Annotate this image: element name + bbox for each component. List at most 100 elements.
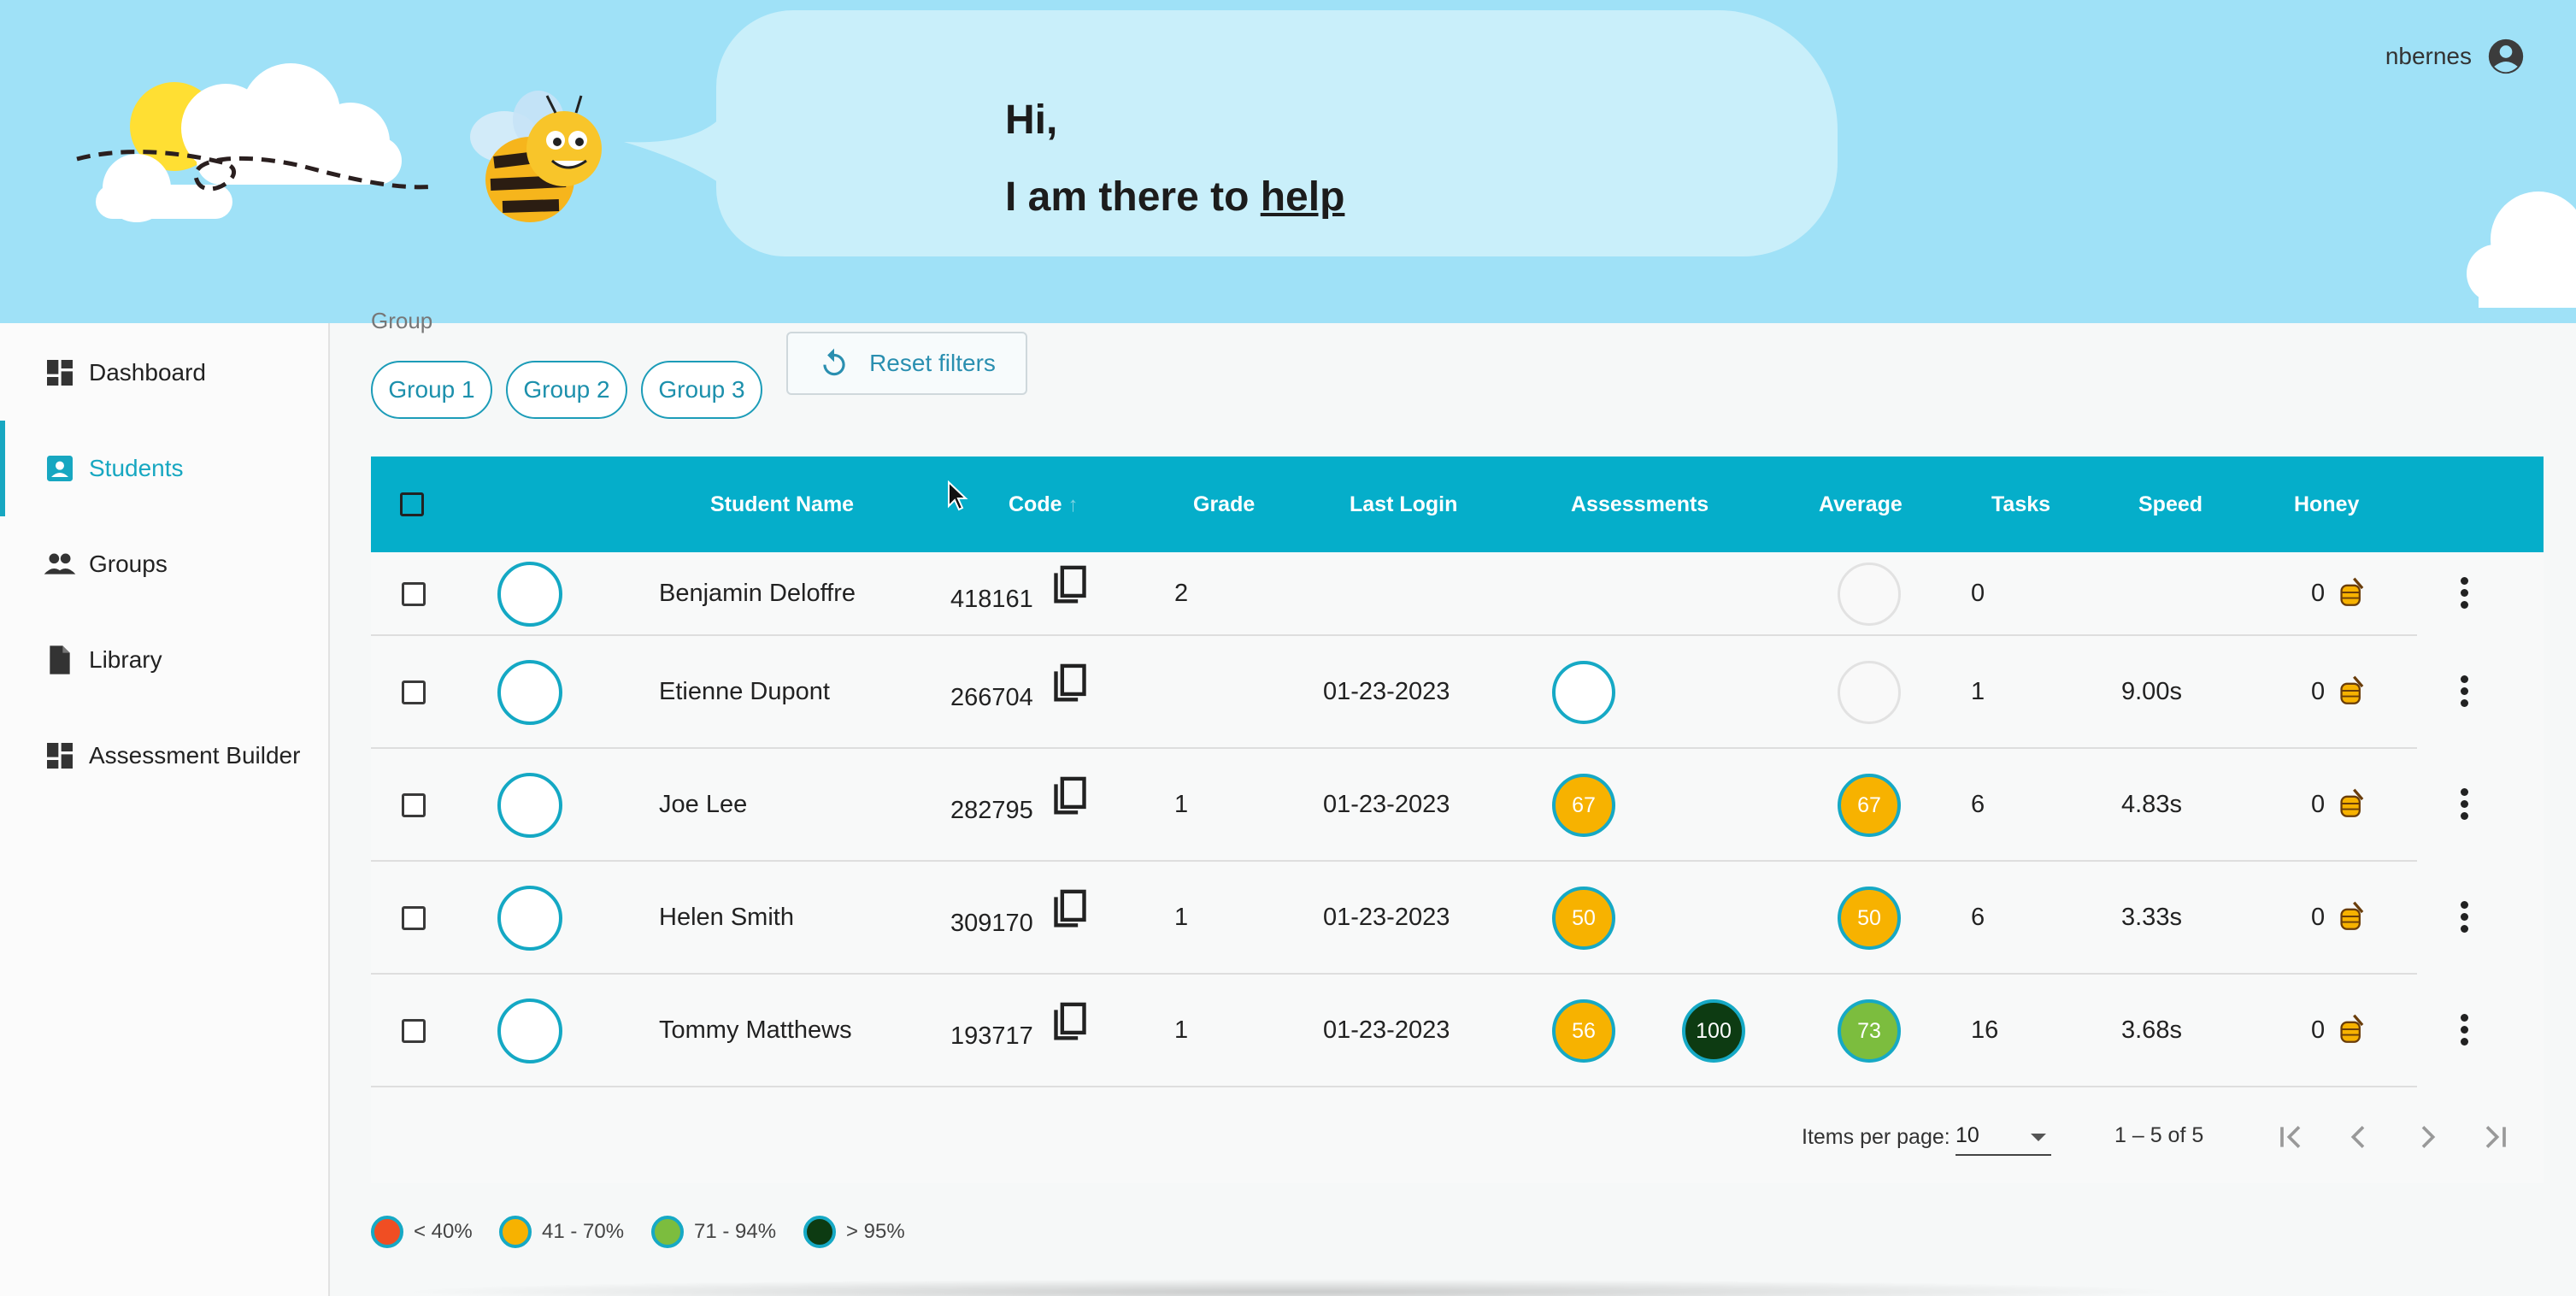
row-checkbox[interactable] (402, 906, 426, 930)
honey-pot-icon (2337, 788, 2366, 819)
last-login: 01-23-2023 (1323, 1016, 1450, 1044)
col-honey[interactable]: Honey (2294, 457, 2359, 552)
row-checkbox[interactable] (402, 582, 426, 606)
dropdown-arrow-icon (2031, 1134, 2046, 1141)
sidebar-item-groups[interactable]: Groups (0, 516, 330, 612)
speed-value: 9.00s (2121, 678, 2182, 705)
legend-swatch (803, 1216, 836, 1248)
average-badge (1838, 563, 1901, 626)
honey-count: 0 (2311, 580, 2326, 607)
sidebar-item-dashboard[interactable]: Dashboard (0, 325, 330, 421)
honey-count: 0 (2311, 678, 2326, 705)
copy-icon[interactable] (1051, 776, 1089, 817)
student-avatar (497, 886, 562, 951)
legend-item: > 95% (803, 1216, 905, 1248)
assessment-badge[interactable]: 67 (1552, 774, 1615, 837)
col-grade[interactable]: Grade (1193, 457, 1255, 552)
sidebar-item-students[interactable]: Students (0, 421, 330, 516)
more-options-icon[interactable] (2460, 788, 2470, 821)
items-per-page-select[interactable]: 10 (1956, 1120, 2051, 1156)
account-circle-icon[interactable] (2487, 38, 2525, 75)
col-student-name[interactable]: Student Name (710, 457, 854, 552)
honey-count: 0 (2311, 791, 2326, 818)
items-per-page-label: Items per page: (1802, 1125, 1950, 1149)
students-table: Student Name Code ↑ Grade Last Login Ass… (371, 457, 2544, 1183)
reset-filters-label: Reset filters (869, 350, 996, 376)
speech-bubble-tail (624, 111, 726, 188)
header-banner: Hi, I am there to help nbernes (0, 0, 2576, 323)
items-per-page-value: 10 (1956, 1123, 1979, 1147)
average-badge: 50 (1838, 887, 1901, 950)
row-checkbox[interactable] (402, 1019, 426, 1043)
greeting-line-2: I am there to help (1005, 159, 1344, 236)
help-link[interactable]: help (1261, 174, 1345, 220)
student-avatar (497, 773, 562, 838)
student-name[interactable]: Helen Smith (659, 904, 794, 932)
user-menu[interactable]: nbernes (2385, 38, 2525, 75)
more-options-icon[interactable] (2460, 577, 2470, 610)
student-name[interactable]: Benjamin Deloffre (659, 580, 856, 608)
student-icon (47, 456, 73, 481)
copy-icon[interactable] (1051, 565, 1089, 606)
next-page-icon[interactable] (2410, 1120, 2444, 1154)
student-name[interactable]: Joe Lee (659, 791, 747, 819)
sidebar-item-label: Library (89, 646, 162, 673)
greeting-prefix: I am there to (1005, 174, 1261, 220)
sidebar-item-assessment-builder[interactable]: Assessment Builder (0, 708, 330, 804)
col-code[interactable]: Code ↑ (1009, 457, 1078, 552)
previous-page-icon[interactable] (2342, 1120, 2376, 1154)
assessment-badge[interactable] (1552, 661, 1615, 724)
first-page-icon[interactable] (2273, 1120, 2308, 1154)
student-name[interactable]: Etienne Dupont (659, 678, 830, 706)
honey-pot-icon (2337, 675, 2366, 706)
student-grade: 2 (1174, 580, 1189, 607)
legend-swatch (651, 1216, 684, 1248)
honey-pot-icon (2337, 1014, 2366, 1045)
assessment-badge[interactable]: 56 (1552, 999, 1615, 1063)
row-checkbox[interactable] (402, 793, 426, 817)
col-speed[interactable]: Speed (2138, 457, 2203, 552)
sidebar-item-label: Dashboard (89, 359, 206, 386)
mouse-cursor-icon (948, 480, 968, 511)
copy-icon[interactable] (1051, 663, 1089, 704)
row-checkbox[interactable] (402, 680, 426, 704)
sidebar-item-label: Students (89, 455, 184, 481)
more-options-icon[interactable] (2460, 675, 2470, 708)
copy-icon[interactable] (1051, 889, 1089, 930)
col-average[interactable]: Average (1819, 457, 1903, 552)
honey-count: 0 (2311, 1016, 2326, 1044)
group-chip-1[interactable]: Group 1 (371, 361, 492, 419)
student-code: 418161 (950, 586, 1033, 613)
legend-label: 71 - 94% (694, 1220, 777, 1243)
average-badge: 67 (1838, 774, 1901, 837)
more-options-icon[interactable] (2460, 901, 2470, 934)
last-page-icon[interactable] (2479, 1120, 2513, 1154)
average-badge (1838, 661, 1901, 724)
last-login: 01-23-2023 (1323, 678, 1450, 705)
dashboard-icon (47, 743, 73, 769)
assessment-badge[interactable]: 50 (1552, 887, 1615, 950)
more-options-icon[interactable] (2460, 1014, 2470, 1046)
select-all-checkbox[interactable] (400, 492, 424, 516)
honey-pot-icon (2337, 577, 2366, 608)
last-login: 01-23-2023 (1323, 904, 1450, 931)
student-code: 282795 (950, 797, 1033, 824)
col-assessments[interactable]: Assessments (1571, 457, 1709, 552)
group-chip-3[interactable]: Group 3 (641, 361, 762, 419)
student-avatar (497, 562, 562, 627)
footer-shadow (393, 1279, 2188, 1296)
task-count: 16 (1971, 1016, 1999, 1044)
sidebar-item-library[interactable]: Library (0, 612, 330, 708)
greeting: Hi, I am there to help (1005, 82, 1344, 236)
student-grade: 1 (1174, 904, 1189, 931)
col-tasks[interactable]: Tasks (1991, 457, 2050, 552)
pagination-range: 1 – 5 of 5 (2114, 1123, 2204, 1147)
assessment-badge[interactable]: 100 (1682, 999, 1745, 1063)
copy-icon[interactable] (1051, 1002, 1089, 1043)
reset-filters-button[interactable]: Reset filters (786, 332, 1027, 395)
col-code-label: Code (1009, 492, 1062, 516)
group-chip-2[interactable]: Group 2 (506, 361, 627, 419)
col-last-login[interactable]: Last Login (1350, 457, 1457, 552)
student-name[interactable]: Tommy Matthews (659, 1016, 852, 1045)
bee-mascot-illustration (470, 91, 602, 222)
